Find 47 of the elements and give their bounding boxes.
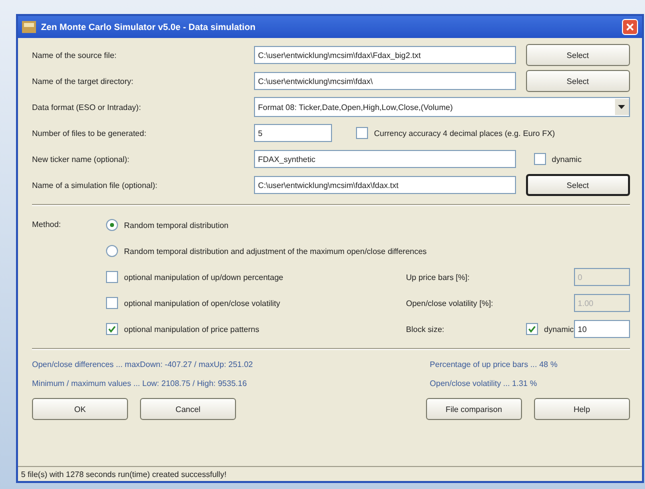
radio-button[interactable] — [106, 219, 118, 231]
format-dropdown[interactable]: Format 08: Ticker,Date,Open,High,Low,Close,(Volume) — [254, 97, 630, 117]
path-field[interactable]: C:\user\entwicklung\mcsim\fdax\ — [254, 72, 516, 90]
checkbox-label: optional manipulation of price patterns — [124, 324, 260, 334]
checkbox[interactable] — [356, 127, 368, 139]
field-label: Data format (ESO or Intraday): — [32, 102, 142, 112]
checkbox-label: dynamic — [552, 154, 582, 164]
field-label: Name of the target directory: — [32, 76, 134, 86]
checkbox[interactable] — [106, 323, 118, 335]
checkbox-label: optional manipulation of up/down percentage — [124, 272, 284, 282]
app-icon — [22, 21, 36, 33]
dialog-button[interactable]: OK — [32, 398, 128, 420]
checkbox-label: optional manipulation of open/close volatility — [124, 298, 280, 308]
parameter-label: Block size: — [406, 324, 446, 334]
parameter-label: Up price bars [%]: — [406, 272, 471, 282]
parameter-label: Open/close volatility [%]: — [406, 298, 494, 308]
ticker-field[interactable]: FDAX_synthetic — [254, 150, 516, 168]
status-text: 5 file(s) with 1278 seconds run(time) created successfully! — [21, 470, 226, 478]
close-icon — [626, 23, 634, 31]
method-label: Method: — [32, 219, 62, 231]
checkbox[interactable] — [526, 323, 538, 335]
field-label: Name of a simulation file (optional): — [32, 180, 158, 190]
dialog-button[interactable]: File comparison — [426, 398, 522, 420]
select-button[interactable]: Select — [526, 70, 630, 92]
select-button[interactable]: Select — [526, 44, 630, 66]
parameter-field[interactable]: 10 — [574, 320, 630, 338]
dialog-button[interactable]: Help — [534, 398, 630, 420]
path-field[interactable]: C:\user\entwicklung\mcsim\fdax\fdax.txt — [254, 176, 516, 194]
result-text: Open/close volatility ... 1.31 % — [430, 379, 538, 388]
checkbox-label: Currency accuracy 4 decimal places (e.g. Euro FX) — [374, 128, 555, 138]
window-title: Zen Monte Carlo Simulator v5.0e - Data simulation — [41, 22, 257, 32]
result-text: Open/close differences ... maxDown: -407.27 / maxUp: 251.02 — [32, 360, 254, 369]
count-field[interactable]: 5 — [254, 124, 332, 142]
radio-label: Random temporal distribution — [124, 220, 228, 230]
radio-button[interactable] — [106, 245, 118, 257]
result-text: Minimum / maximum values ... Low: 2108.75 / High: 9535.16 — [32, 379, 248, 388]
close-button[interactable] — [622, 19, 638, 35]
radio-label: Random temporal distribution and adjustment of the maximum open/close differences — [124, 246, 427, 256]
dialog-button[interactable]: Cancel — [140, 398, 236, 420]
field-label: Name of the source file: — [32, 50, 118, 60]
field-label: New ticker name (optional): — [32, 154, 130, 164]
checkbox-label: dynamic — [544, 324, 574, 334]
select-button[interactable]: Select — [526, 174, 630, 196]
field-label: Number of files to be generated: — [32, 128, 148, 138]
checkbox[interactable] — [534, 153, 546, 165]
result-text: Percentage of up price bars ... 48 % — [430, 360, 558, 369]
path-field[interactable]: C:\user\entwicklung\mcsim\fdax\Fdax_big2.txt — [254, 46, 516, 64]
